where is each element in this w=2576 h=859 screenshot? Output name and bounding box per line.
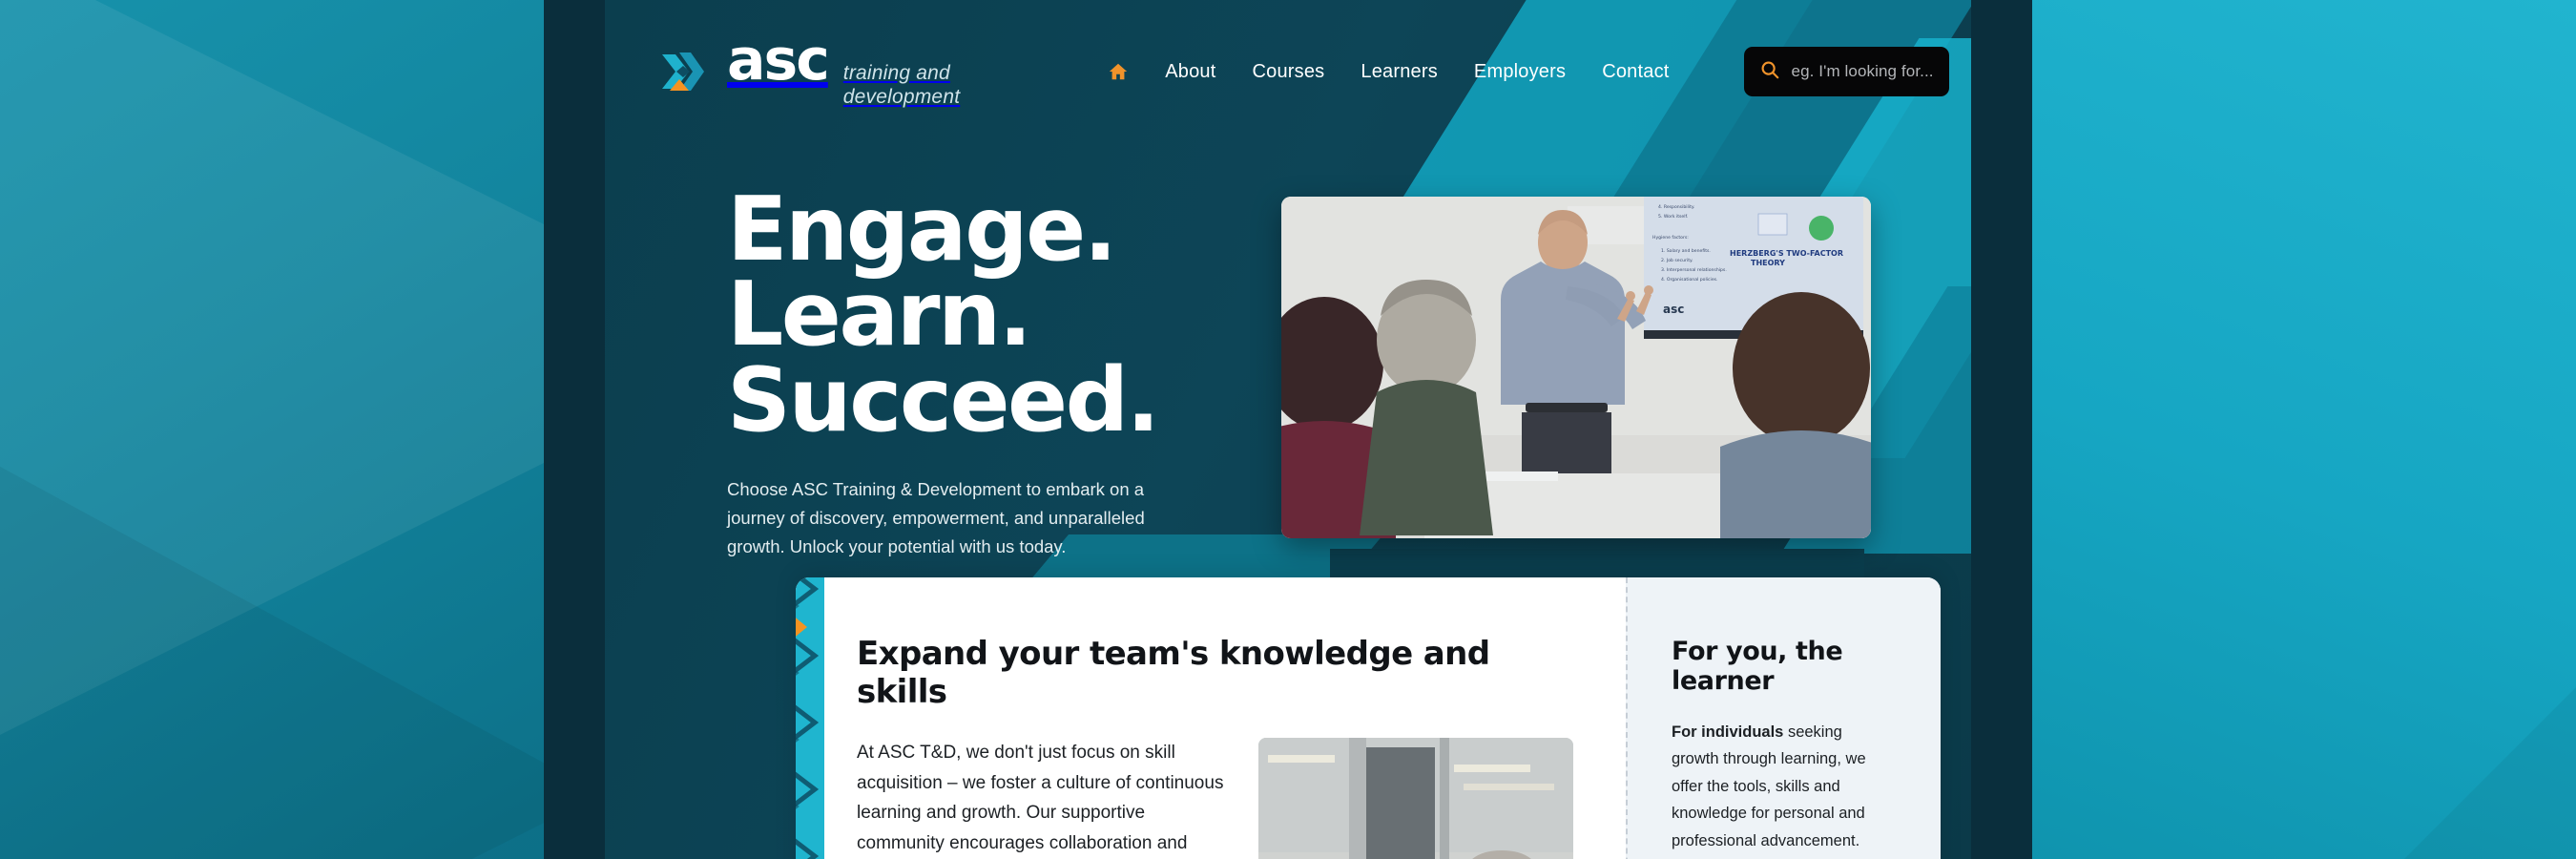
nav-home-link[interactable] <box>1108 61 1129 82</box>
search-input-placeholder[interactable]: eg. I'm looking for... <box>1792 62 1934 81</box>
viewport-frame-right <box>1965 0 2032 859</box>
background-left-panel <box>0 0 611 859</box>
card-right-heading: For you, the learner <box>1672 637 1843 696</box>
search-icon <box>1759 59 1780 85</box>
nav-item-courses[interactable]: Courses <box>1253 61 1325 83</box>
website-viewport: asc training and development About Cours… <box>605 0 1971 859</box>
nav-item-employers[interactable]: Employers <box>1474 61 1566 83</box>
nav-item-contact[interactable]: Contact <box>1602 61 1669 83</box>
content-card: Expand your team's knowledge and skills … <box>796 577 1941 859</box>
background-chevron-shape <box>2004 401 2576 859</box>
card-right-column: For you, the learner For individuals see… <box>1626 577 1941 859</box>
site-logo[interactable]: asc training and development <box>658 26 960 110</box>
main-navigation: About Courses Learners Employers Contact <box>1108 61 1669 83</box>
card-right-paragraph-body: seeking growth through learning, we offe… <box>1672 723 1866 859</box>
logo-tagline: training and development <box>843 62 960 110</box>
viewport-frame-left <box>544 0 611 859</box>
logo-tagline-line1: training and <box>842 61 950 84</box>
card-left-paragraph: At ASC T&D, we don't just focus on skill… <box>857 743 1224 853</box>
card-left-image <box>1258 738 1573 859</box>
card-right-paragraph-lead: For individuals <box>1672 723 1784 741</box>
hero-heading-line-2: Learn. <box>727 262 1032 367</box>
hero-heading-line-1: Engage. <box>727 178 1117 281</box>
card-chevron-decoration <box>796 577 824 859</box>
hero-image: HERZBERG'S TWO-FACTOR THEORY 4. Responsi… <box>1281 197 1871 538</box>
search-box[interactable]: eg. I'm looking for... <box>1743 47 1949 96</box>
background-right-panel <box>1975 0 2576 859</box>
logo-tagline-line2: development <box>842 85 961 108</box>
nav-item-about[interactable]: About <box>1165 61 1215 83</box>
page-stage: asc training and development About Cours… <box>0 0 2576 859</box>
card-right-paragraph: For individuals seeking growth through l… <box>1672 719 1889 859</box>
hero-content: Engage. Learn. Succeed. Choose ASC Train… <box>727 178 1175 561</box>
logo-name: asc <box>727 26 830 94</box>
logo-wordmark: asc training and development <box>727 26 960 110</box>
home-icon <box>1108 61 1129 82</box>
hero-paragraph: Choose ASC Training & Development to emb… <box>727 478 1145 556</box>
site-header: asc training and development About Cours… <box>605 0 1971 143</box>
card-left-column: Expand your team's knowledge and skills … <box>796 577 1626 859</box>
card-left-heading: Expand your team's knowledge and skills <box>857 635 1490 711</box>
hero-heading-line-3: Succeed. <box>727 347 1160 451</box>
hero-heading: Engage. Learn. Succeed. <box>727 178 1175 451</box>
nav-item-learners[interactable]: Learners <box>1361 61 1438 83</box>
asc-chevron-logo-icon <box>658 47 712 96</box>
